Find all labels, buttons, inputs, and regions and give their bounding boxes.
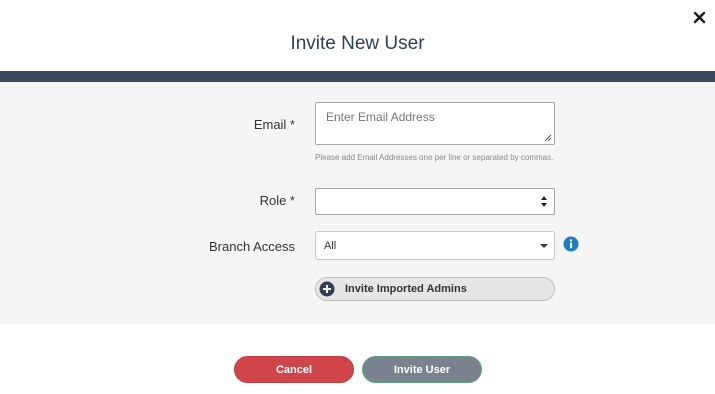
invite-user-button[interactable]: Invite User [362, 356, 482, 383]
close-button[interactable] [691, 9, 709, 27]
updown-arrows-icon [541, 196, 547, 207]
cancel-button[interactable]: Cancel [234, 356, 354, 383]
dialog-title: Invite New User [290, 33, 425, 54]
resize-handle-icon[interactable] [544, 134, 552, 142]
email-hint: Please add Email Addresses one per line … [315, 153, 554, 162]
branch-access-value: All [324, 240, 337, 252]
role-label: Role * [259, 193, 295, 208]
email-input[interactable] [316, 103, 554, 144]
invite-imported-admins-label: Invite Imported Admins [345, 283, 467, 295]
branch-access-select[interactable]: All [315, 231, 555, 260]
close-icon [693, 11, 706, 24]
info-icon[interactable] [563, 236, 579, 252]
header-band [0, 71, 715, 82]
email-label: Email * [253, 117, 295, 132]
chevron-down-icon [540, 244, 548, 248]
email-field[interactable] [315, 102, 555, 145]
invite-imported-admins-button[interactable]: Invite Imported Admins [315, 277, 555, 301]
branch-access-label: Branch Access [209, 239, 295, 254]
role-select[interactable] [315, 188, 555, 215]
plus-circle-icon [319, 281, 335, 297]
